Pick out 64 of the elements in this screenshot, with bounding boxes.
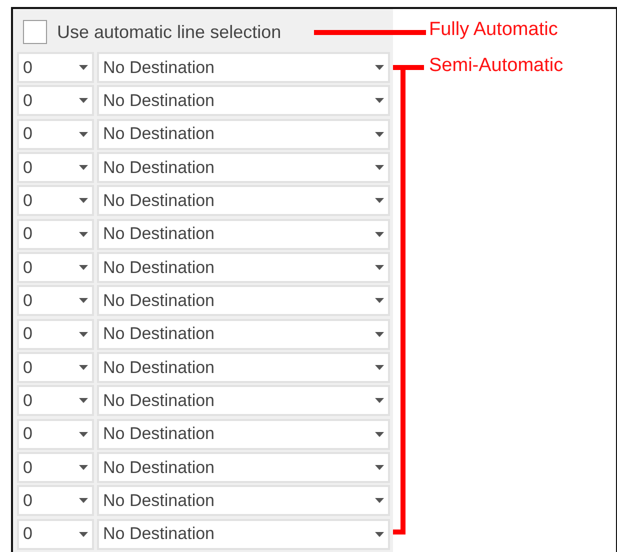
line-dropdown[interactable]: 0: [17, 318, 94, 350]
caret-icon: [79, 432, 88, 437]
caret-icon: [375, 232, 384, 237]
caret-icon: [375, 498, 384, 504]
destination-dropdown[interactable]: No Destination: [97, 85, 390, 116]
line-dropdown[interactable]: 0: [17, 518, 94, 550]
caret-icon: [79, 198, 88, 204]
caret-icon: [79, 365, 88, 370]
destination-dropdown[interactable]: No Destination: [97, 385, 390, 416]
caret-icon: [375, 265, 384, 270]
line-dropdown[interactable]: 0: [17, 218, 94, 250]
destination-dropdown[interactable]: No Destination: [97, 118, 390, 150]
destination-dropdown[interactable]: No Destination: [97, 252, 390, 284]
destination-dropdown[interactable]: No Destination: [97, 218, 390, 250]
destination-dropdown[interactable]: No Destination: [97, 518, 390, 550]
line-dropdown[interactable]: 0: [17, 85, 94, 116]
destination-dropdown[interactable]: No Destination: [97, 452, 390, 484]
caret-icon: [375, 432, 384, 437]
line-dropdown[interactable]: 0: [17, 418, 94, 450]
line-dropdown[interactable]: 0: [17, 118, 94, 150]
line-dropdown[interactable]: 0: [17, 452, 94, 484]
caret-icon: [375, 65, 384, 70]
annotation-label: Semi-Automatic: [429, 55, 564, 77]
caret-icon: [79, 232, 88, 237]
caret-icon: [79, 498, 88, 504]
caret-icon: [79, 265, 88, 270]
line-dropdown[interactable]: 0: [17, 152, 94, 184]
line-dropdown[interactable]: 0: [17, 52, 94, 83]
caret-icon: [375, 332, 384, 337]
caret-icon: [375, 98, 384, 104]
caret-icon: [375, 198, 384, 204]
destination-dropdown[interactable]: No Destination: [97, 418, 390, 450]
caret-icon: [79, 298, 88, 304]
caret-icon: [79, 332, 88, 337]
caret-icon: [375, 298, 384, 304]
destination-dropdown[interactable]: No Destination: [97, 152, 390, 184]
line-dropdown[interactable]: 0: [17, 485, 94, 516]
caret-icon: [375, 465, 384, 470]
line-dropdown[interactable]: 0: [17, 185, 94, 216]
caret-icon: [375, 365, 384, 370]
caret-icon: [375, 132, 384, 137]
caret-icon: [79, 132, 88, 137]
caret-icon: [375, 165, 384, 170]
destination-dropdown[interactable]: No Destination: [97, 352, 390, 384]
caret-icon: [375, 398, 384, 404]
caret-icon: [79, 532, 88, 537]
line-dropdown[interactable]: 0: [17, 285, 94, 316]
destination-dropdown[interactable]: No Destination: [97, 52, 390, 83]
line-dropdown[interactable]: 0: [17, 352, 94, 384]
caret-icon: [79, 465, 88, 470]
checkbox-label: Use automatic line selection: [57, 22, 282, 42]
caret-icon: [79, 398, 88, 404]
caret-icon: [79, 65, 88, 70]
checkbox[interactable]: [23, 20, 47, 44]
destination-dropdown[interactable]: No Destination: [97, 485, 390, 516]
destination-dropdown[interactable]: No Destination: [97, 185, 390, 216]
line-dropdown[interactable]: 0: [17, 385, 94, 416]
caret-icon: [79, 165, 88, 170]
destination-dropdown[interactable]: No Destination: [97, 318, 390, 350]
destination-dropdown[interactable]: No Destination: [97, 285, 390, 316]
annotation-label: Fully Automatic: [429, 19, 558, 41]
line-dropdown[interactable]: 0: [17, 252, 94, 284]
caret-icon: [375, 532, 384, 537]
caret-icon: [79, 98, 88, 104]
